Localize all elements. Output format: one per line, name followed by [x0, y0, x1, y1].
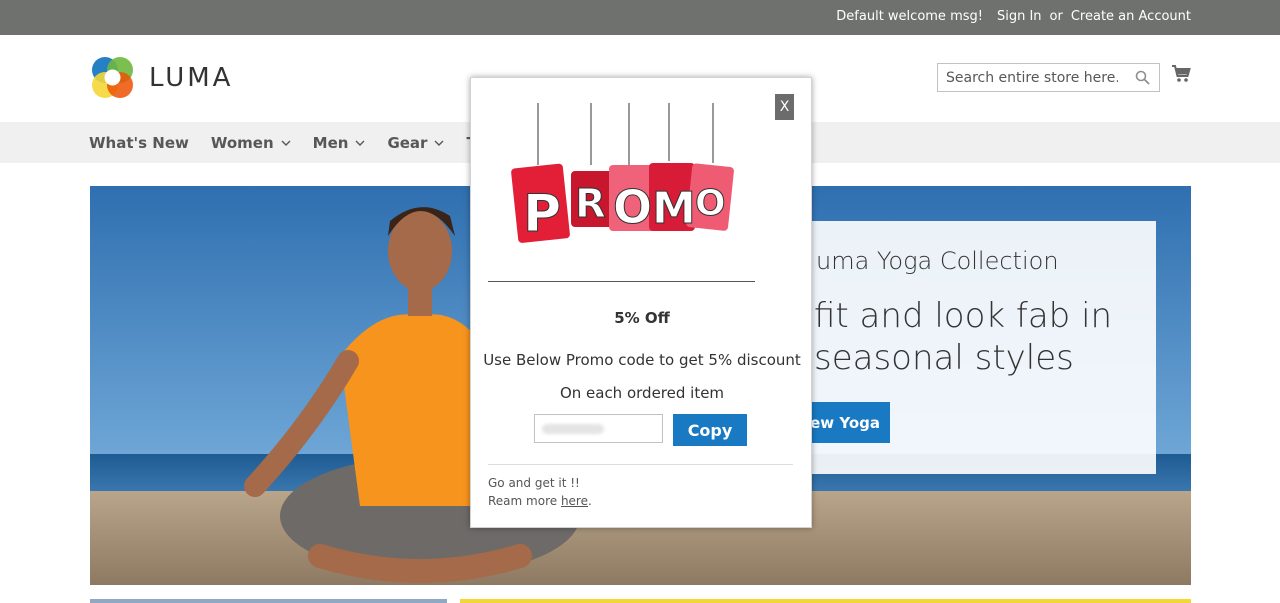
nav-item-women[interactable]: Women: [211, 134, 291, 152]
promo-tags-image: P R O M O: [511, 103, 734, 245]
nav-item-label: What's New: [89, 133, 189, 152]
search-box[interactable]: [937, 63, 1160, 92]
promo-letter: O: [613, 180, 652, 234]
promo-letter: P: [523, 184, 561, 244]
close-button[interactable]: X: [775, 94, 794, 120]
top-bar: Default welcome msg! Sign In or Create a…: [0, 0, 1280, 35]
read-more-text: Ream more here.: [488, 494, 592, 508]
discount-title: 5% Off: [614, 309, 670, 327]
logo[interactable]: LUMA: [90, 55, 233, 100]
promo-block-strip: [90, 599, 447, 603]
chevron-down-icon: [355, 140, 365, 146]
hero-text-box: uma Yoga Collection fit and look fab in …: [810, 221, 1156, 474]
promo-code-field[interactable]: [534, 414, 663, 443]
promo-letter: M: [652, 183, 696, 234]
sign-in-link[interactable]: Sign In: [997, 9, 1042, 24]
hero-headline-line1: fit and look fab in: [814, 296, 1113, 336]
chevron-down-icon: [434, 140, 444, 146]
promo-block-strip: [460, 599, 1191, 603]
nav-item-men[interactable]: Men: [313, 134, 366, 152]
shop-yoga-button[interactable]: ew Yoga: [810, 402, 890, 443]
logo-text: LUMA: [149, 62, 234, 93]
hero-headline-line2: seasonal styles: [814, 338, 1074, 378]
search-icon[interactable]: [1135, 70, 1150, 89]
footer-text: Go and get it !!: [488, 476, 580, 490]
blurred-code: [542, 424, 604, 434]
promo-description: Use Below Promo code to get 5% discount: [483, 351, 801, 369]
read-more-prefix: Ream more: [488, 494, 561, 508]
nav-item-whats-new[interactable]: What's New: [89, 134, 189, 152]
welcome-message: Default welcome msg!: [836, 9, 983, 24]
divider: [488, 281, 755, 282]
nav-item-label: Men: [312, 133, 349, 152]
nav-item-label: Women: [210, 133, 274, 152]
or-text: or: [1049, 9, 1063, 24]
promo-description-2: On each ordered item: [559, 384, 725, 402]
promo-letter: O: [695, 183, 726, 224]
hero-subtitle: uma Yoga Collection: [816, 247, 1059, 275]
promo-letter: R: [575, 181, 606, 227]
chevron-down-icon: [281, 140, 291, 146]
nav-item-gear[interactable]: Gear: [387, 134, 444, 152]
hero-headline: fit and look fab in seasonal styles: [814, 295, 1112, 379]
copy-button[interactable]: Copy: [673, 414, 747, 446]
promo-popup: X P R O M O 5% Off Use Below Promo code …: [470, 77, 812, 528]
header-links: Default welcome msg! Sign In or Create a…: [836, 9, 1191, 24]
create-account-link[interactable]: Create an Account: [1071, 9, 1191, 24]
cart-icon[interactable]: [1171, 64, 1191, 88]
read-more-link[interactable]: here: [561, 494, 588, 508]
nav-item-label: Gear: [387, 133, 428, 152]
divider: [488, 464, 793, 465]
search-input[interactable]: [938, 64, 1118, 91]
luma-logo-icon: [92, 57, 133, 98]
read-more-suffix: .: [587, 494, 592, 508]
